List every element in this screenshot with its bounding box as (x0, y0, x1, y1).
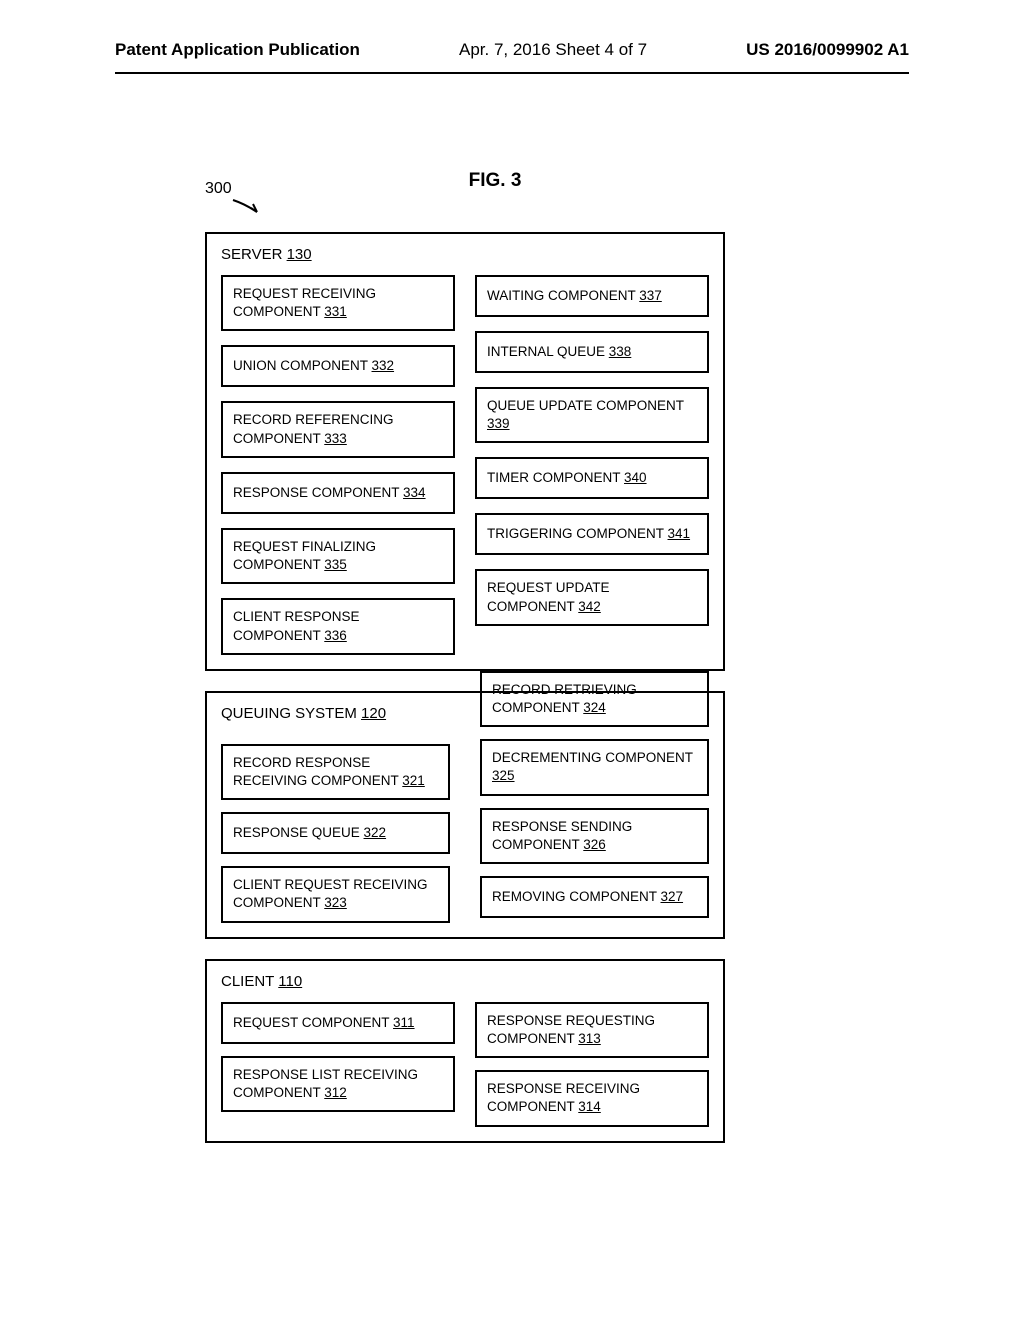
record-response-receiving-component: RECORD RESPONSE RECEIVING COMPONENT 321 (221, 744, 450, 800)
component-num: 333 (324, 431, 347, 446)
decrementing-component: DECREMENTING COMPONENT 325 (480, 739, 709, 795)
component-label: RESPONSE COMPONENT (233, 485, 403, 500)
request-receiving-component: REQUEST RECEIVING COMPONENT 331 (221, 275, 455, 331)
record-referencing-component: RECORD REFERENCING COMPONENT 333 (221, 401, 455, 457)
component-num: 339 (487, 416, 510, 431)
component-label: RESPONSE RECEIVING COMPONENT (487, 1081, 640, 1114)
component-num: 334 (403, 485, 426, 500)
queuing-system-block: QUEUING SYSTEM 120 RECORD RESPONSE RECEI… (205, 691, 725, 939)
component-label: REQUEST COMPONENT (233, 1015, 393, 1030)
document-number: US 2016/0099902 A1 (746, 40, 909, 60)
component-num: 313 (578, 1031, 601, 1046)
queuing-right-col: RECORD RETRIEVING COMPONENT 324 DECREMEN… (480, 671, 709, 918)
component-num: 335 (324, 557, 347, 572)
component-num: 326 (583, 837, 606, 852)
figure-reference-number: 300 (205, 180, 232, 198)
component-label: REQUEST RECEIVING COMPONENT (233, 286, 376, 319)
server-block: SERVER 130 REQUEST RECEIVING COMPONENT 3… (205, 232, 725, 671)
reference-arrow-icon (231, 198, 265, 216)
waiting-component: WAITING COMPONENT 337 (475, 275, 709, 317)
union-component: UNION COMPONENT 332 (221, 345, 455, 387)
component-num: 338 (609, 344, 632, 359)
server-left-col: REQUEST RECEIVING COMPONENT 331 UNION CO… (221, 275, 455, 655)
component-num: 311 (393, 1015, 415, 1030)
request-component: REQUEST COMPONENT 311 (221, 1002, 455, 1044)
component-num: 322 (364, 825, 387, 840)
component-num: 323 (324, 895, 347, 910)
timer-component: TIMER COMPONENT 340 (475, 457, 709, 499)
triggering-component: TRIGGERING COMPONENT 341 (475, 513, 709, 555)
request-finalizing-component: REQUEST FINALIZING COMPONENT 335 (221, 528, 455, 584)
client-title: CLIENT 110 (221, 973, 709, 990)
client-left-col: REQUEST COMPONENT 311 RESPONSE LIST RECE… (221, 1002, 455, 1127)
component-num: 336 (324, 628, 347, 643)
component-label: RESPONSE QUEUE (233, 825, 364, 840)
server-title: SERVER 130 (221, 246, 709, 263)
component-label: INTERNAL QUEUE (487, 344, 609, 359)
queuing-left-col: QUEUING SYSTEM 120 RECORD RESPONSE RECEI… (221, 705, 450, 923)
client-title-num: 110 (278, 973, 302, 990)
component-num: 332 (372, 358, 395, 373)
response-sending-component: RESPONSE SENDING COMPONENT 326 (480, 808, 709, 864)
component-label: REQUEST FINALIZING COMPONENT (233, 539, 376, 572)
component-label: TIMER COMPONENT (487, 470, 624, 485)
client-response-component: CLIENT RESPONSE COMPONENT 336 (221, 598, 455, 654)
client-right-col: RESPONSE REQUESTING COMPONENT 313 RESPON… (475, 1002, 709, 1127)
response-requesting-component: RESPONSE REQUESTING COMPONENT 313 (475, 1002, 709, 1058)
request-update-component: REQUEST UPDATE COMPONENT 342 (475, 569, 709, 625)
component-label: TRIGGERING COMPONENT (487, 526, 668, 541)
component-num: 324 (583, 700, 606, 715)
component-label: REMOVING COMPONENT (492, 889, 661, 904)
client-title-text: CLIENT (221, 973, 278, 990)
component-num: 341 (668, 526, 691, 541)
component-label: DECREMENTING COMPONENT (492, 750, 693, 765)
component-label: RESPONSE REQUESTING COMPONENT (487, 1013, 655, 1046)
server-right-col: WAITING COMPONENT 337 INTERNAL QUEUE 338… (475, 275, 709, 655)
component-label: RESPONSE SENDING COMPONENT (492, 819, 632, 852)
component-label: QUEUE UPDATE COMPONENT (487, 398, 684, 413)
server-title-num: 130 (287, 246, 312, 263)
component-num: 337 (639, 288, 662, 303)
queue-update-component: QUEUE UPDATE COMPONENT 339 (475, 387, 709, 443)
client-request-receiving-component: CLIENT REQUEST RECEIVING COMPONENT 323 (221, 866, 450, 922)
response-queue: RESPONSE QUEUE 322 (221, 812, 450, 854)
component-label: RECORD RESPONSE RECEIVING COMPONENT (233, 755, 402, 788)
response-component: RESPONSE COMPONENT 334 (221, 472, 455, 514)
client-block: CLIENT 110 REQUEST COMPONENT 311 RESPONS… (205, 959, 725, 1143)
component-num: 342 (578, 599, 601, 614)
internal-queue: INTERNAL QUEUE 338 (475, 331, 709, 373)
header-divider (115, 72, 909, 74)
component-label: RECORD RETRIEVING COMPONENT (492, 682, 637, 715)
component-num: 327 (661, 889, 684, 904)
response-list-receiving-component: RESPONSE LIST RECEIVING COMPONENT 312 (221, 1056, 455, 1112)
component-num: 340 (624, 470, 647, 485)
server-title-text: SERVER (221, 246, 287, 263)
publication-type: Patent Application Publication (115, 40, 360, 60)
component-num: 314 (578, 1099, 601, 1114)
record-retrieving-component: RECORD RETRIEVING COMPONENT 324 (480, 671, 709, 727)
queuing-title-num: 120 (361, 705, 386, 722)
component-num: 331 (324, 304, 347, 319)
component-num: 312 (324, 1085, 347, 1100)
component-label: UNION COMPONENT (233, 358, 372, 373)
figure-3: FIG. 3 300 SERVER 130 REQUEST RECEIVING … (205, 170, 725, 1143)
component-label: RECORD REFERENCING COMPONENT (233, 412, 394, 445)
component-num: 321 (402, 773, 425, 788)
figure-title: FIG. 3 (265, 170, 725, 192)
sheet-info: Apr. 7, 2016 Sheet 4 of 7 (459, 40, 647, 60)
removing-component: REMOVING COMPONENT 327 (480, 876, 709, 918)
response-receiving-component: RESPONSE RECEIVING COMPONENT 314 (475, 1070, 709, 1126)
queuing-title: QUEUING SYSTEM 120 (221, 705, 450, 722)
component-num: 325 (492, 768, 515, 783)
page-header: Patent Application Publication Apr. 7, 2… (115, 40, 909, 60)
queuing-title-text: QUEUING SYSTEM (221, 705, 361, 722)
component-label: WAITING COMPONENT (487, 288, 639, 303)
